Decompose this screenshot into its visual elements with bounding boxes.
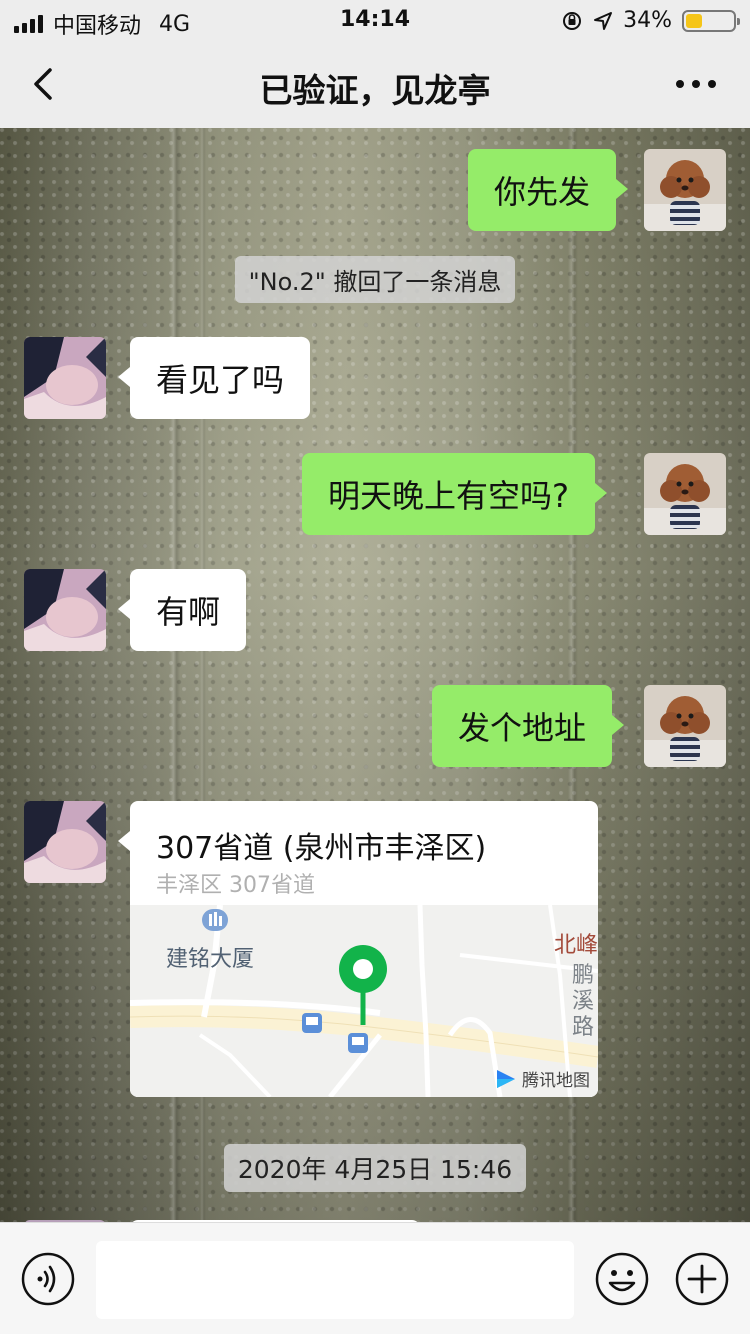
battery-percent: 34%: [623, 8, 672, 33]
tencent-map-brand: 腾讯地图: [494, 1066, 590, 1091]
map-pin-icon: [339, 945, 387, 1025]
emoji-icon[interactable]: [594, 1251, 650, 1307]
more-dots-icon[interactable]: [672, 70, 720, 98]
chat-area[interactable]: 你先发 "No.2" 撤回了一条消息 看见了吗 明天晚上有空吗? 有啊 发个地址…: [0, 128, 750, 1222]
orientation-lock-icon: [563, 11, 582, 30]
plus-icon[interactable]: [674, 1251, 730, 1307]
system-text: "No.2" 撤回了一条消息: [234, 256, 516, 303]
voice-icon[interactable]: [20, 1251, 76, 1307]
map-preview[interactable]: 建铭大厦 北峰 鹏溪路 腾讯地图: [130, 905, 598, 1097]
chat-title: 已验证，见龙亭: [259, 71, 491, 110]
sent-message[interactable]: 明天晚上有空吗?: [302, 453, 607, 535]
timestamp-text: 2020年 4月25日 15:46: [223, 1144, 527, 1192]
timestamp: 2020年 4月25日 15:46: [0, 1144, 750, 1192]
message-text: 有啊: [156, 593, 221, 631]
map-label-north: 北峰: [554, 933, 598, 958]
map-label-building: 建铭大厦: [166, 947, 255, 972]
my-avatar[interactable]: [644, 685, 726, 767]
map-label-road: 鹏溪路: [572, 963, 595, 1040]
contact-avatar[interactable]: [24, 569, 106, 651]
message-text: 你先发: [494, 173, 591, 211]
recall-notice: "No.2" 撤回了一条消息: [0, 256, 750, 303]
received-message[interactable]: 有啊: [117, 569, 247, 651]
message-text: 发个地址: [458, 709, 587, 747]
nav-bar: 已验证，见龙亭: [0, 40, 750, 128]
my-avatar[interactable]: [644, 453, 726, 535]
status-bar: 中国移动 4G 14:14 34%: [0, 0, 750, 40]
tencent-map-logo-icon: [497, 1069, 515, 1088]
battery-icon: [682, 9, 740, 32]
contact-avatar[interactable]: [24, 801, 106, 883]
my-avatar[interactable]: [644, 149, 726, 231]
chat-screen: 中国移动 4G 14:14 34% 已验证，见龙亭 你先发 "No.2" 撤回了…: [0, 0, 750, 1334]
sent-message[interactable]: 发个地址: [432, 685, 625, 767]
message-text: 明天晚上有空吗?: [328, 477, 569, 515]
location-arrow-icon: [594, 11, 613, 30]
message-text: 看见了吗: [156, 361, 285, 399]
location-address: 丰泽区 307省道: [156, 873, 315, 898]
sent-message[interactable]: 你先发: [468, 149, 629, 231]
contact-avatar[interactable]: [24, 337, 106, 419]
input-bar: [0, 1222, 750, 1334]
location-card[interactable]: 307省道 (泉州市丰泽区) 丰泽区 307省道 建铭大厦 北峰 鹏溪路 腾讯地…: [130, 801, 598, 1097]
location-name: 307省道 (泉州市丰泽区): [156, 831, 487, 866]
received-message[interactable]: 看见了吗: [117, 337, 311, 419]
message-input[interactable]: [96, 1241, 574, 1319]
bubble-tail: [118, 831, 130, 851]
tencent-map-label: 腾讯地图: [522, 1071, 590, 1091]
status-right: 34%: [561, 8, 740, 33]
